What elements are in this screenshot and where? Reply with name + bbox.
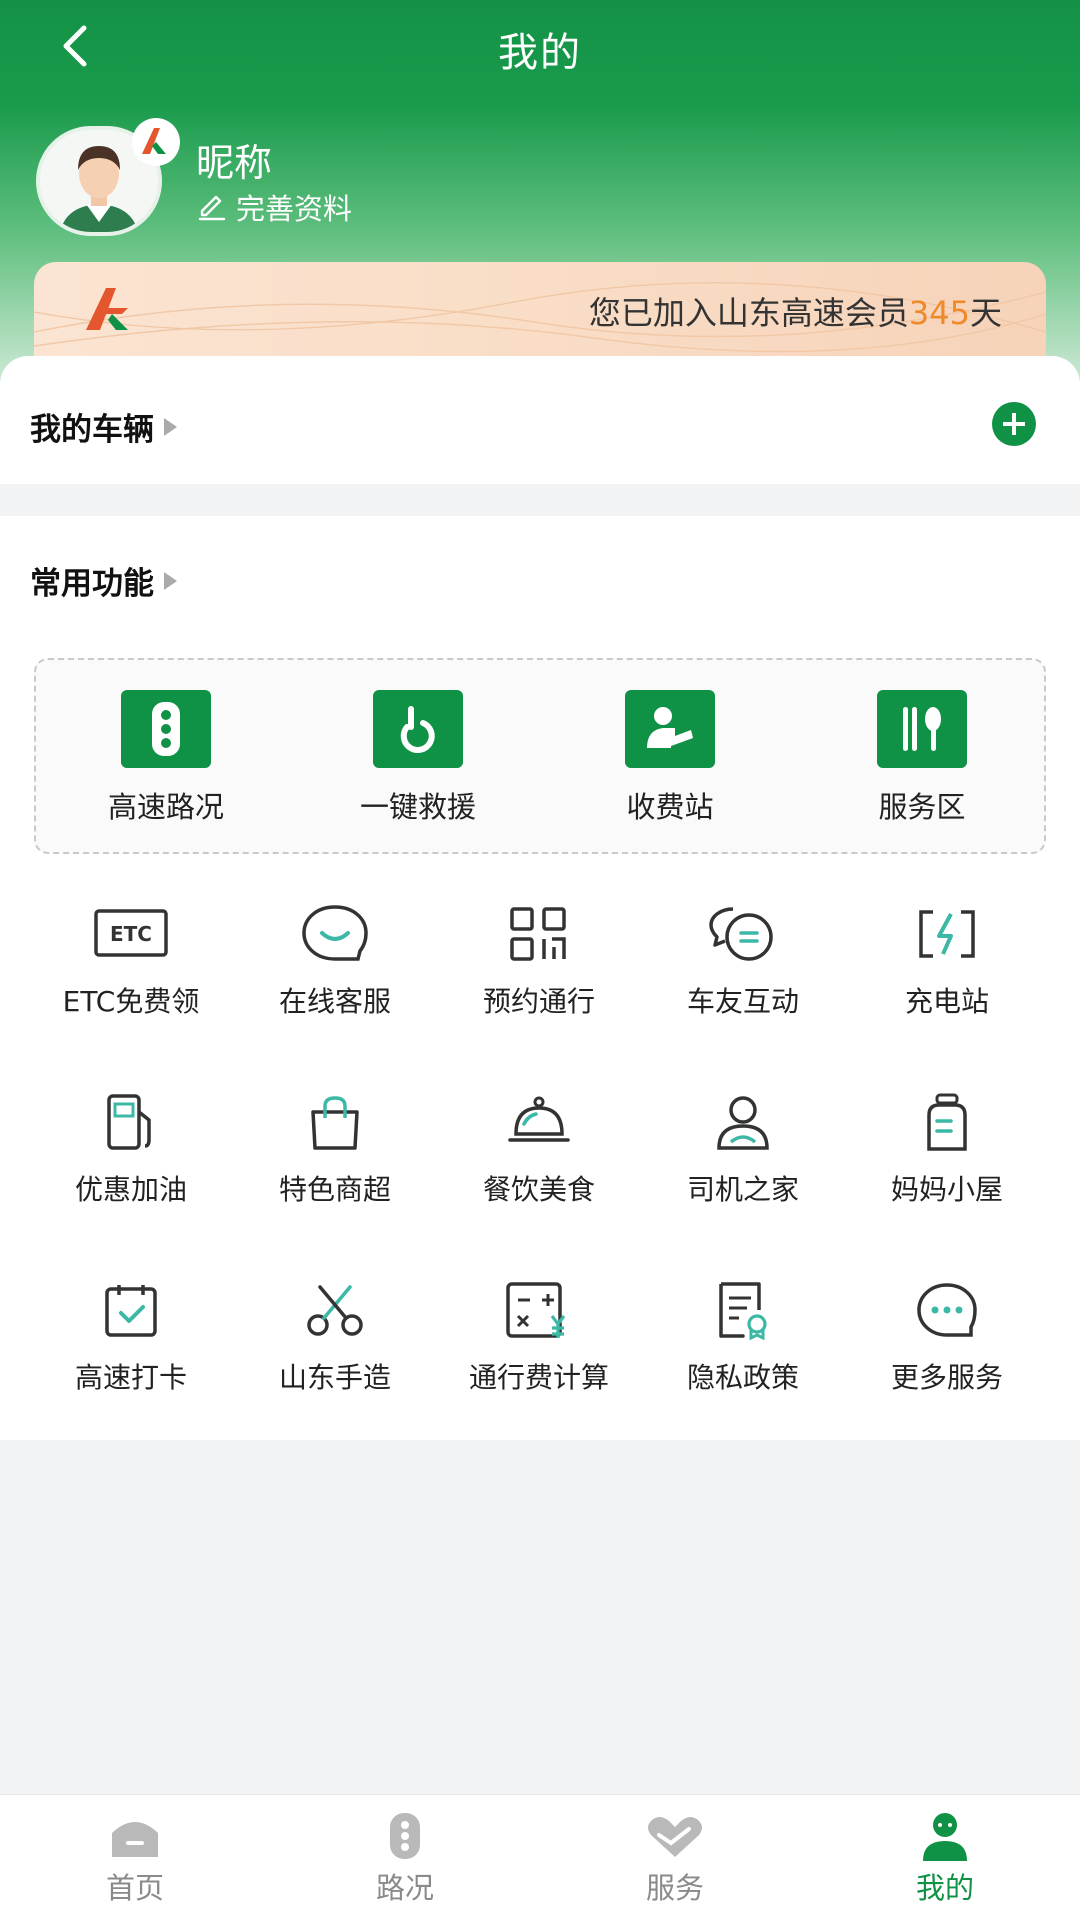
bottom-tab-bar: 首页 路况 服务 我的 [0,1794,1080,1920]
tab-label: 路况 [375,1871,434,1905]
brand-logo-icon [86,288,128,330]
grid-item-toll-calculator[interactable]: 通行费计算 [437,1278,641,1396]
grid-item-driver-home[interactable]: 司机之家 [641,1090,845,1208]
qr-code-icon [501,902,577,966]
favorite-label: 高速路况 [107,790,224,824]
grid-item-reservation[interactable]: 预约通行 [437,902,641,1020]
chat-bubbles-icon [705,902,781,966]
grid-label: 特色商超 [278,1173,391,1206]
food-cloche-icon [501,1090,577,1154]
main-panel: 我的车辆 常用功能 高速路况 一键救援 收费站 服务区 ETC ETC免费领 在… [0,356,1080,1440]
traffic-light-icon [121,690,211,768]
grid-item-handicraft[interactable]: 山东手造 [233,1278,437,1396]
brand-logo-icon [142,128,166,154]
rescue-hook-icon [373,690,463,768]
caret-right-icon [164,417,177,436]
grid-label: 高速打卡 [74,1361,187,1394]
grid-label: 通行费计算 [468,1361,609,1394]
user-icon [915,1809,975,1863]
grid-item-etc[interactable]: ETC ETC免费领 [29,902,233,1020]
edit-profile-label: 完善资料 [236,192,353,226]
favorite-item-rescue[interactable]: 一键救援 [318,690,518,826]
top-nav-bar: 我的 [0,0,1080,90]
favorite-label: 服务区 [878,790,966,824]
shopping-bag-icon [297,1090,373,1154]
home-icon [105,1809,165,1863]
member-logo-badge [132,118,180,166]
etc-card-icon: ETC [93,902,169,966]
grid-item-fuel[interactable]: 优惠加油 [29,1090,233,1208]
favorite-item-service-area[interactable]: 服务区 [822,690,1022,826]
grid-label: 更多服务 [890,1361,1003,1394]
toll-station-icon [625,690,715,768]
grid-label: 餐饮美食 [482,1173,595,1206]
page-title: 我的 [498,30,582,76]
more-dots-icon [909,1278,985,1342]
driver-icon [705,1090,781,1154]
grid-item-mother-room[interactable]: 妈妈小屋 [845,1090,1049,1208]
membership-days-text: 您已加入山东高速会员345天 [588,294,1002,332]
grid-label: 车友互动 [686,985,799,1018]
section-divider [0,484,1080,516]
favorite-functions: 高速路况 一键救援 收费站 服务区 [34,658,1046,854]
grid-label: 山东手造 [278,1361,391,1394]
caret-right-icon [164,571,177,590]
favorite-item-toll-station[interactable]: 收费站 [570,690,770,826]
membership-days-count: 345 [908,294,970,332]
calendar-check-icon [93,1278,169,1342]
chat-bubble-icon [297,902,373,966]
tab-label: 我的 [915,1871,974,1905]
svg-text:ETC: ETC [110,922,152,946]
tab-label: 服务 [645,1871,704,1905]
tab-mine[interactable]: 我的 [810,1809,1080,1907]
grid-label: ETC免费领 [62,985,200,1018]
grid-item-community[interactable]: 车友互动 [641,902,845,1020]
fuel-pump-icon [93,1090,169,1154]
my-vehicles-header[interactable]: 我的车辆 [30,404,177,449]
baby-bottle-icon [909,1090,985,1154]
grid-label: 妈妈小屋 [890,1173,1003,1206]
tab-traffic[interactable]: 路况 [270,1809,540,1907]
grid-label: 隐私政策 [686,1361,799,1394]
grid-label: 预约通行 [482,985,595,1018]
scissors-icon [297,1278,373,1342]
calculator-icon [501,1278,577,1342]
common-functions-header[interactable]: 常用功能 [30,558,177,603]
favorite-label: 一键救援 [359,790,476,824]
grid-item-supermarket[interactable]: 特色商超 [233,1090,437,1208]
edit-pencil-icon [198,195,226,221]
traffic-light-icon [375,1809,435,1863]
grid-label: 在线客服 [278,985,391,1018]
edit-profile-link[interactable]: 完善资料 [196,186,352,228]
policy-document-icon [705,1278,781,1342]
dining-utensils-icon [877,690,967,768]
nickname[interactable]: 昵称 [196,132,272,187]
tab-services[interactable]: 服务 [540,1809,810,1907]
grid-item-online-service[interactable]: 在线客服 [233,902,437,1020]
favorite-item-traffic[interactable]: 高速路况 [66,690,266,826]
tab-home[interactable]: 首页 [0,1809,270,1907]
grid-item-more-services[interactable]: 更多服务 [845,1278,1049,1396]
grid-label: 充电站 [904,985,989,1018]
tab-label: 首页 [105,1871,164,1905]
grid-label: 司机之家 [686,1173,799,1206]
common-functions-title: 常用功能 [30,566,154,602]
grid-item-charging[interactable]: 充电站 [845,902,1049,1020]
grid-item-privacy[interactable]: 隐私政策 [641,1278,845,1396]
charging-bolt-icon [909,902,985,966]
my-vehicles-title: 我的车辆 [30,412,154,448]
add-vehicle-button[interactable] [992,402,1036,446]
heart-hands-icon [645,1809,705,1863]
grid-item-dining[interactable]: 餐饮美食 [437,1090,641,1208]
favorite-label: 收费站 [626,790,714,824]
grid-label: 优惠加油 [74,1173,187,1206]
grid-item-checkin[interactable]: 高速打卡 [29,1278,233,1396]
membership-card[interactable]: 您已加入山东高速会员345天 [34,262,1046,362]
